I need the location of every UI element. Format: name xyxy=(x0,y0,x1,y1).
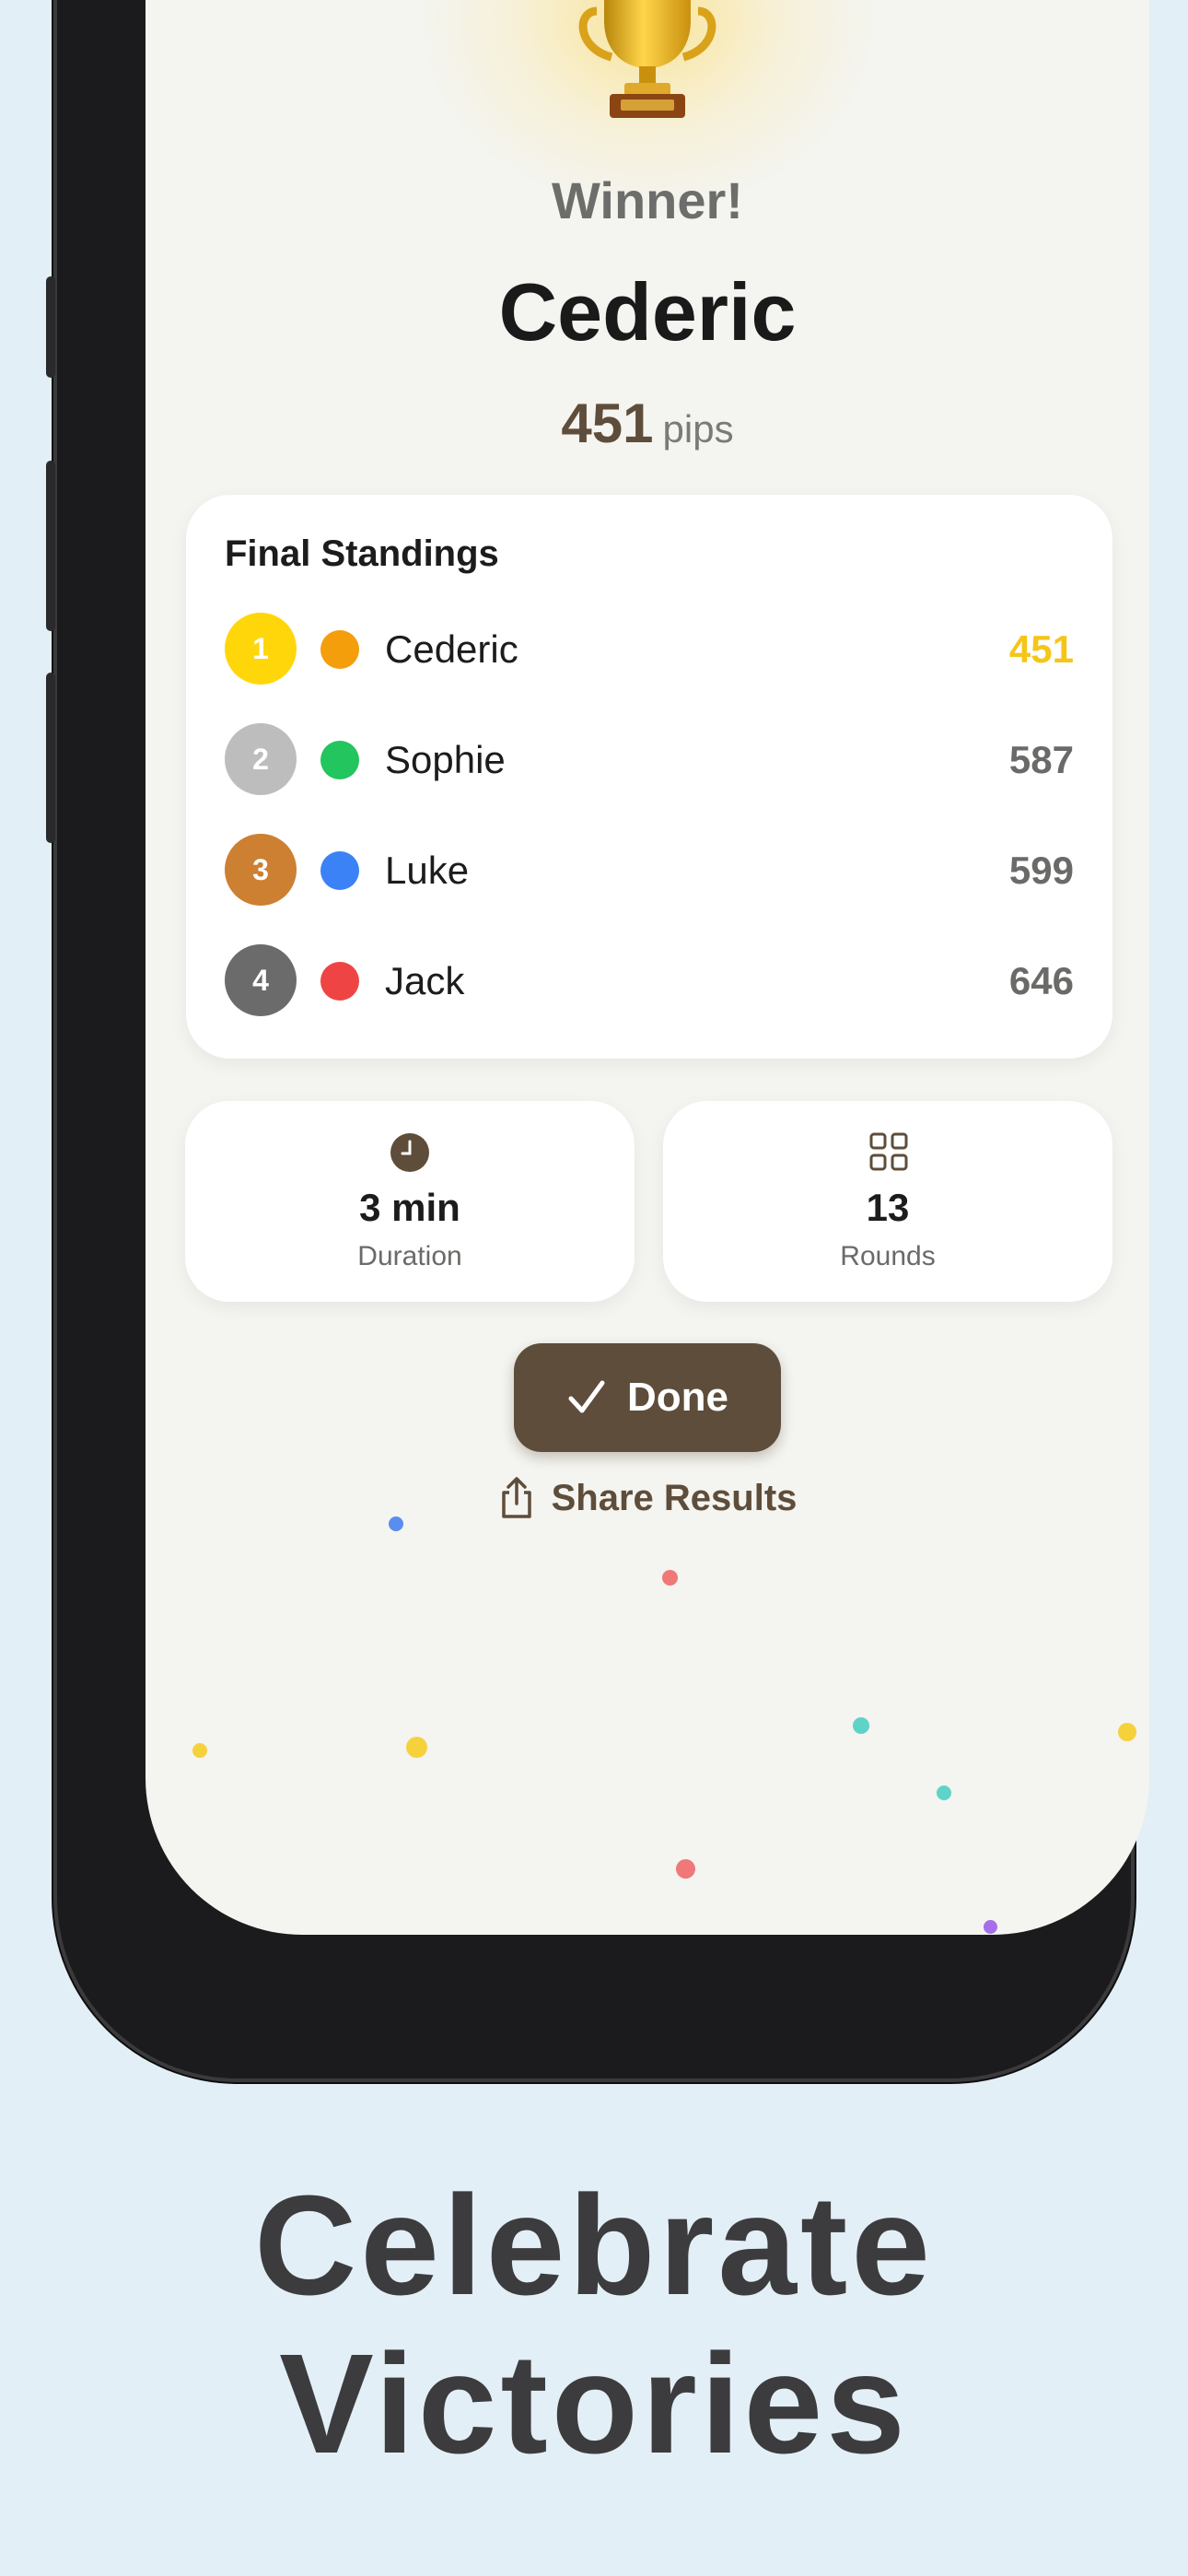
share-icon xyxy=(501,1477,531,1518)
rank-badge: 4 xyxy=(225,944,297,1016)
done-button[interactable]: Done xyxy=(514,1343,781,1452)
rank-badge: 2 xyxy=(225,723,297,795)
confetti-dot xyxy=(662,1570,678,1586)
rounds-card: 13 Rounds xyxy=(663,1101,1112,1302)
confetti-dot xyxy=(1118,1723,1136,1741)
rank-badge: 1 xyxy=(225,613,297,685)
confetti-dot xyxy=(192,1743,207,1758)
confetti-dot xyxy=(853,1717,869,1734)
headline-line-2: Victories xyxy=(279,2324,909,2483)
grid-icon xyxy=(869,1132,908,1171)
duration-value: 3 min xyxy=(359,1186,460,1229)
phone-side-button xyxy=(46,276,55,378)
standings-title: Final Standings xyxy=(225,533,499,574)
winner-score-value: 451 xyxy=(561,392,654,454)
duration-card: 3 min Duration xyxy=(185,1101,635,1302)
rounds-label: Rounds xyxy=(840,1241,936,1271)
headline-line-1: Celebrate xyxy=(254,2166,934,2324)
app-screen: Winner! Cederic 451 pips Final Standings … xyxy=(146,0,1149,1935)
done-button-label: Done xyxy=(627,1375,728,1420)
player-score: 587 xyxy=(1008,738,1074,781)
confetti-dot xyxy=(406,1737,427,1758)
player-name: Luke xyxy=(385,849,470,892)
winner-score-unit: pips xyxy=(662,407,734,451)
final-standings-card: Final Standings 1 Cederic 451 2 Sophie 5… xyxy=(186,495,1112,1059)
checkmark-icon xyxy=(568,1380,605,1413)
player-score: 451 xyxy=(1008,627,1074,671)
clock-icon xyxy=(390,1133,429,1172)
standings-row: 1 Cederic 451 xyxy=(225,613,1074,686)
player-score: 599 xyxy=(1008,849,1074,892)
player-name: Jack xyxy=(385,959,465,1002)
player-name: Sophie xyxy=(385,738,506,781)
player-color-dot xyxy=(320,851,359,890)
standings-row: 3 Luke 599 xyxy=(225,834,1074,907)
winner-name: Cederic xyxy=(498,266,797,357)
confetti-dot xyxy=(937,1786,951,1800)
trophy-icon xyxy=(578,0,716,118)
confetti-dot xyxy=(984,1920,997,1934)
player-color-dot xyxy=(320,741,359,779)
confetti-dot xyxy=(389,1516,403,1531)
rank-badge: 3 xyxy=(225,834,297,906)
share-results-button[interactable]: Share Results xyxy=(146,1476,1149,1520)
player-color-dot xyxy=(320,962,359,1001)
standings-row: 2 Sophie 587 xyxy=(225,723,1074,797)
standings-row: 4 Jack 646 xyxy=(225,944,1074,1018)
duration-label: Duration xyxy=(357,1241,462,1271)
phone-side-button xyxy=(46,461,55,631)
winner-label: Winner! xyxy=(552,171,743,229)
winner-score: 451 pips xyxy=(146,392,1149,455)
rounds-value: 13 xyxy=(866,1186,910,1229)
player-name: Cederic xyxy=(385,627,518,671)
phone-frame: Winner! Cederic 451 pips Final Standings … xyxy=(46,0,1149,2082)
player-score: 646 xyxy=(1008,959,1074,1002)
share-results-label: Share Results xyxy=(551,1477,798,1518)
phone-side-button xyxy=(46,673,55,843)
confetti-dot xyxy=(676,1859,695,1879)
player-color-dot xyxy=(320,630,359,669)
